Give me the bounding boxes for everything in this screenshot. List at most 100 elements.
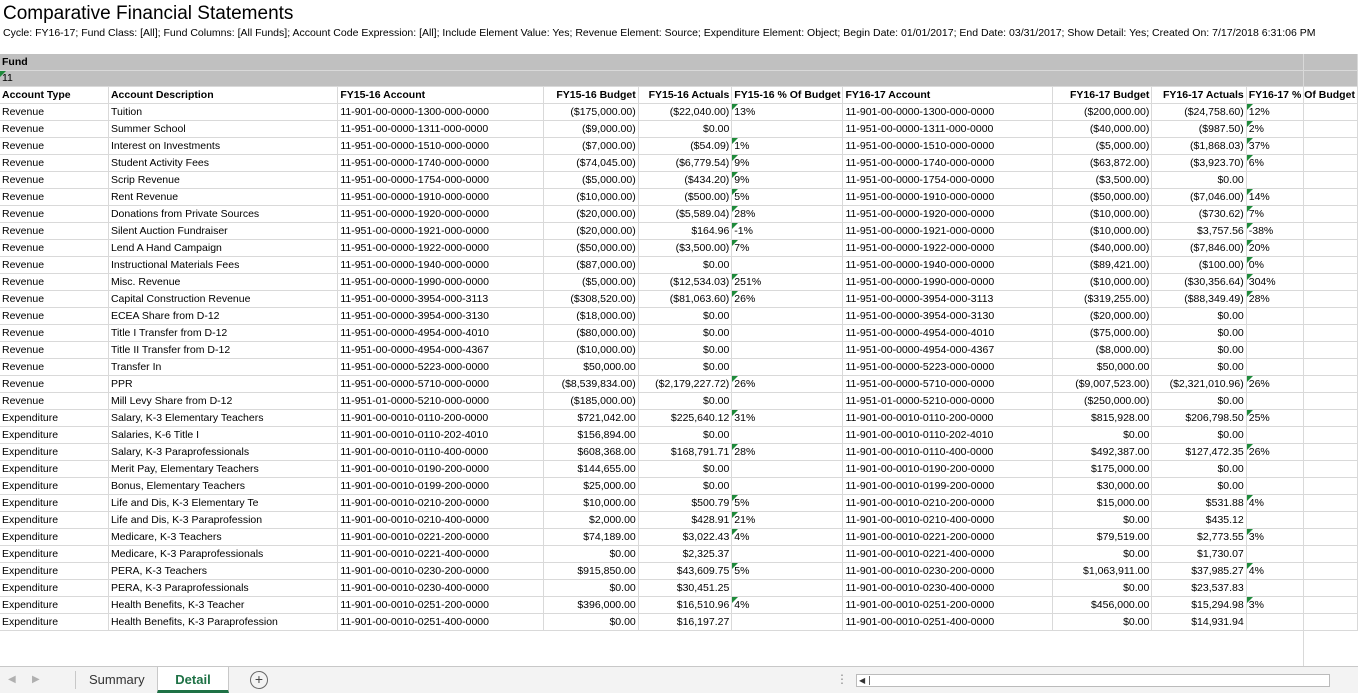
table-cell[interactable]: 4%	[731, 596, 844, 614]
table-cell[interactable]	[1246, 460, 1358, 478]
table-cell[interactable]	[731, 545, 844, 563]
table-cell[interactable]: $2,000.00	[543, 511, 639, 529]
table-cell[interactable]: ($5,000.00)	[543, 171, 639, 189]
table-cell[interactable]: 9%	[731, 154, 844, 172]
table-cell[interactable]	[731, 358, 844, 376]
table-cell[interactable]: Revenue	[0, 171, 109, 189]
table-cell[interactable]: Merit Pay, Elementary Teachers	[108, 460, 339, 478]
table-cell[interactable]: $0.00	[638, 307, 733, 325]
table-cell[interactable]: 11-901-00-0010-0221-400-0000	[337, 545, 544, 563]
table-cell[interactable]: ($10,000.00)	[543, 188, 639, 206]
table-cell[interactable]: Health Benefits, K-3 Teacher	[108, 596, 339, 614]
table-cell[interactable]: 251%	[731, 273, 844, 291]
table-cell[interactable]: ($6,779.54)	[638, 154, 733, 172]
table-cell[interactable]: ($87,000.00)	[543, 256, 639, 274]
table-cell[interactable]: 2%	[1246, 120, 1358, 138]
table-cell[interactable]: $3,022.43	[638, 528, 733, 546]
table-cell[interactable]: 3%	[1246, 528, 1358, 546]
table-cell[interactable]: $74,189.00	[543, 528, 639, 546]
table-cell[interactable]	[1246, 579, 1358, 597]
table-cell[interactable]: $492,387.00	[1052, 443, 1153, 461]
table-cell[interactable]: Salary, K-3 Elementary Teachers	[108, 409, 339, 427]
table-cell[interactable]	[1246, 341, 1358, 359]
table-cell[interactable]: $456,000.00	[1052, 596, 1153, 614]
table-cell[interactable]: Revenue	[0, 120, 109, 138]
table-cell[interactable]: Revenue	[0, 188, 109, 206]
table-cell[interactable]: Revenue	[0, 375, 109, 393]
tab-summary[interactable]: Summary	[77, 667, 157, 693]
table-cell[interactable]: 0%	[1246, 256, 1358, 274]
table-cell[interactable]: $721,042.00	[543, 409, 639, 427]
table-cell[interactable]: $0.00	[1151, 358, 1247, 376]
table-cell[interactable]: Rent Revenue	[108, 188, 339, 206]
table-cell[interactable]: Misc. Revenue	[108, 273, 339, 291]
column-header[interactable]: FY16-17 Account	[842, 86, 1054, 104]
table-cell[interactable]: Revenue	[0, 256, 109, 274]
table-cell[interactable]: 13%	[731, 103, 844, 121]
table-cell[interactable]: Revenue	[0, 358, 109, 376]
table-cell[interactable]: 11-951-00-0000-1940-000-0000	[337, 256, 544, 274]
table-cell[interactable]: $175,000.00	[1052, 460, 1153, 478]
table-cell[interactable]: 14%	[1246, 188, 1358, 206]
table-cell[interactable]: ($175,000.00)	[543, 103, 639, 121]
table-cell[interactable]: ($3,500.00)	[1052, 171, 1153, 189]
table-cell[interactable]: ($100.00)	[1151, 256, 1247, 274]
table-cell[interactable]: Expenditure	[0, 596, 109, 614]
table-cell[interactable]: ($63,872.00)	[1052, 154, 1153, 172]
table-cell[interactable]	[731, 256, 844, 274]
table-cell[interactable]: Interest on Investments	[108, 137, 339, 155]
table-cell[interactable]	[731, 613, 844, 631]
table-cell[interactable]: $0.00	[1052, 426, 1153, 444]
table-cell[interactable]	[731, 477, 844, 495]
table-cell[interactable]: 11-901-00-0010-0110-400-0000	[842, 443, 1054, 461]
table-cell[interactable]: 11-951-00-0000-4954-000-4010	[842, 324, 1054, 342]
table-cell[interactable]: 5%	[731, 494, 844, 512]
table-cell[interactable]	[1246, 358, 1358, 376]
table-cell[interactable]: 5%	[731, 188, 844, 206]
table-cell[interactable]: Student Activity Fees	[108, 154, 339, 172]
table-cell[interactable]: $15,294.98	[1151, 596, 1247, 614]
table-cell[interactable]: $16,197.27	[638, 613, 733, 631]
table-cell[interactable]: 11-951-00-0000-1754-000-0000	[842, 171, 1054, 189]
table-cell[interactable]: 11-901-00-0010-0110-400-0000	[337, 443, 544, 461]
table-cell[interactable]: $50,000.00	[543, 358, 639, 376]
table-cell[interactable]	[1246, 307, 1358, 325]
table-cell[interactable]: ($54.09)	[638, 137, 733, 155]
table-cell[interactable]: 9%	[731, 171, 844, 189]
table-cell[interactable]: ($250,000.00)	[1052, 392, 1153, 410]
table-cell[interactable]: 11-901-00-0010-0210-400-0000	[337, 511, 544, 529]
table-cell[interactable]: $43,609.75	[638, 562, 733, 580]
table-cell[interactable]: $16,510.96	[638, 596, 733, 614]
table-cell[interactable]: 11-951-00-0000-3954-000-3130	[842, 307, 1054, 325]
table-cell[interactable]: $0.00	[1151, 307, 1247, 325]
table-cell[interactable]: $1,063,911.00	[1052, 562, 1153, 580]
table-cell[interactable]: 11-901-00-0000-1300-000-0000	[337, 103, 544, 121]
column-header[interactable]: FY15-16 % Of Budget	[731, 86, 844, 104]
table-cell[interactable]: 11-901-00-0010-0110-202-4010	[337, 426, 544, 444]
table-cell[interactable]: Life and Dis, K-3 Paraprofession	[108, 511, 339, 529]
table-cell[interactable]: $25,000.00	[543, 477, 639, 495]
table-cell[interactable]: $2,773.55	[1151, 528, 1247, 546]
table-cell[interactable]: $0.00	[638, 324, 733, 342]
tab-detail[interactable]: Detail	[157, 667, 229, 693]
table-cell[interactable]: Revenue	[0, 341, 109, 359]
table-cell[interactable]	[1246, 477, 1358, 495]
table-cell[interactable]: $2,325.37	[638, 545, 733, 563]
table-cell[interactable]: ECEA Share from D-12	[108, 307, 339, 325]
table-cell[interactable]: $0.00	[638, 392, 733, 410]
table-cell[interactable]: ($7,846.00)	[1151, 239, 1247, 257]
table-cell[interactable]: 11-951-00-0000-1740-000-0000	[337, 154, 544, 172]
table-cell[interactable]: 11-901-00-0010-0230-400-0000	[842, 579, 1054, 597]
table-cell[interactable]: 26%	[731, 290, 844, 308]
table-cell[interactable]: Revenue	[0, 307, 109, 325]
table-cell[interactable]: Donations from Private Sources	[108, 205, 339, 223]
table-cell[interactable]	[1246, 511, 1358, 529]
table-cell[interactable]: 11-951-00-0000-3954-000-3113	[337, 290, 544, 308]
column-header[interactable]: FY15-16 Actuals	[638, 86, 733, 104]
table-cell[interactable]: Expenditure	[0, 460, 109, 478]
table-cell[interactable]: 28%	[1246, 290, 1358, 308]
table-cell[interactable]: Bonus, Elementary Teachers	[108, 477, 339, 495]
table-cell[interactable]: 11-951-00-0000-1920-000-0000	[842, 205, 1054, 223]
table-cell[interactable]: $1,730.07	[1151, 545, 1247, 563]
table-cell[interactable]: ($74,045.00)	[543, 154, 639, 172]
